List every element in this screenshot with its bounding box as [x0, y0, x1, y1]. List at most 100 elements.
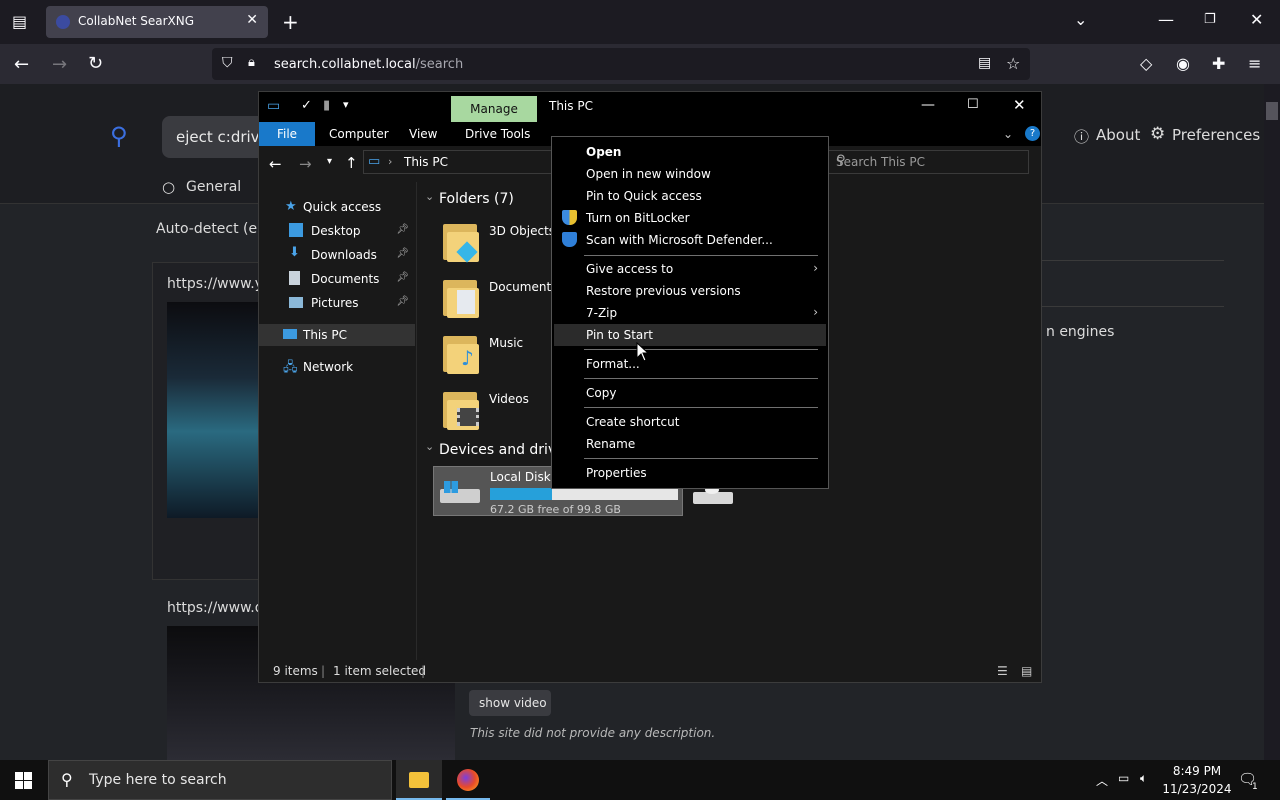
menu-item-pin-to-start[interactable]: Pin to Start: [554, 324, 826, 346]
taskbar-search-box[interactable]: ⚲ Type here to search: [48, 760, 392, 800]
explorer-search-input[interactable]: Search This PC ⚲: [827, 150, 1029, 174]
nav-label: Documents: [311, 272, 380, 286]
menu-item-restore-versions[interactable]: Restore previous versions: [554, 280, 826, 302]
scrollbar-thumb[interactable]: [1266, 102, 1278, 120]
chevron-down-icon[interactable]: ⌄: [425, 440, 434, 453]
details-view-icon[interactable]: ☰: [997, 664, 1008, 678]
menu-icon[interactable]: ≡: [1248, 54, 1261, 73]
pocket-icon[interactable]: ◇: [1140, 54, 1152, 73]
menu-item-rename[interactable]: Rename: [554, 433, 826, 455]
star-icon: ★: [285, 199, 297, 214]
show-video-button[interactable]: show video: [469, 690, 551, 716]
ribbon-tab-view[interactable]: View: [409, 122, 437, 146]
menu-item-create-shortcut[interactable]: Create shortcut: [554, 411, 826, 433]
menu-item-open-new-window[interactable]: Open in new window: [554, 163, 826, 185]
bookmark-star-icon[interactable]: ☆: [1006, 54, 1020, 73]
network-status-icon[interactable]: ▭: [1118, 771, 1129, 785]
manage-tab[interactable]: Manage: [451, 96, 537, 122]
nav-quick-access[interactable]: ★ Quick access: [259, 196, 415, 218]
dvd-drive-icon[interactable]: [693, 486, 735, 506]
defender-shield-icon: [562, 232, 577, 247]
nav-desktop[interactable]: Desktop 📌︎: [259, 220, 415, 242]
shield-icon[interactable]: ⛉: [222, 55, 233, 71]
folder-videos-icon[interactable]: [443, 390, 479, 430]
help-icon[interactable]: ?: [1025, 126, 1040, 141]
recent-locations-icon[interactable]: ▾: [327, 156, 332, 167]
result-url[interactable]: https://www.da: [167, 600, 272, 616]
reader-view-icon[interactable]: ▤: [978, 55, 991, 71]
account-icon[interactable]: ◉: [1176, 54, 1190, 73]
new-folder-qat-icon[interactable]: ▮: [323, 98, 330, 113]
searxng-logo-icon[interactable]: ⚲: [110, 122, 128, 150]
result-thumbnail[interactable]: [167, 302, 259, 518]
folder-label[interactable]: Documents: [489, 280, 557, 294]
reload-icon[interactable]: ↻: [88, 53, 103, 74]
taskbar-file-explorer[interactable]: [396, 760, 442, 800]
qat-dropdown-icon[interactable]: ▾: [343, 98, 349, 111]
divider: [1042, 260, 1224, 261]
new-tab-icon[interactable]: +: [282, 10, 299, 34]
back-arrow-icon[interactable]: ←: [14, 54, 29, 75]
menu-item-copy[interactable]: Copy: [554, 382, 826, 404]
maximize-icon[interactable]: ☐: [967, 97, 979, 112]
forward-arrow-icon[interactable]: →: [52, 54, 67, 75]
nav-documents[interactable]: Documents 📌︎: [259, 268, 415, 290]
menu-item-pin-quick-access[interactable]: Pin to Quick access: [554, 185, 826, 207]
ribbon-expand-icon[interactable]: ⌄: [1003, 122, 1013, 146]
nav-this-pc[interactable]: This PC: [259, 324, 415, 346]
divider: [1042, 306, 1224, 307]
menu-item-defender[interactable]: Scan with Microsoft Defender...: [554, 229, 826, 251]
about-link[interactable]: About: [1096, 126, 1140, 144]
chevron-down-icon[interactable]: ⌄: [425, 190, 434, 203]
clock-date[interactable]: 11/23/2024: [1162, 782, 1232, 796]
up-arrow-icon[interactable]: ↑: [345, 154, 358, 172]
url-text: search.collabnet.local/search: [274, 57, 463, 72]
large-icons-view-icon[interactable]: ▤: [1021, 664, 1032, 678]
folder-music-icon[interactable]: ♪: [443, 334, 479, 374]
folder-label[interactable]: Videos: [489, 392, 529, 406]
chevron-right-icon: ›: [813, 305, 818, 319]
minimize-icon[interactable]: —: [1158, 10, 1174, 29]
folder-label[interactable]: Music: [489, 336, 523, 350]
clock-time[interactable]: 8:49 PM: [1162, 764, 1232, 778]
folders-header[interactable]: Folders (7): [439, 191, 514, 207]
menu-item-7zip[interactable]: 7-Zip ›: [554, 302, 826, 324]
folder-documents-icon[interactable]: [443, 278, 479, 318]
windows-start-icon[interactable]: [15, 772, 32, 789]
folder-3d-objects-icon[interactable]: [443, 222, 479, 263]
menu-item-format[interactable]: Format...: [554, 353, 826, 375]
chevron-down-icon[interactable]: ⌄: [1074, 10, 1087, 29]
url-bar[interactable]: ⛉ 🔒︎ search.collabnet.local/search ▤ ☆: [212, 48, 1030, 80]
back-arrow-icon[interactable]: ←: [269, 155, 282, 173]
ribbon-tab-file[interactable]: File: [259, 122, 315, 146]
volume-icon[interactable]: 🔈︎: [1140, 771, 1147, 786]
nav-downloads[interactable]: ⬇ Downloads 📌︎: [259, 244, 415, 266]
ribbon-tab-drive-tools[interactable]: Drive Tools: [465, 122, 530, 146]
extensions-icon[interactable]: ✚: [1212, 54, 1225, 73]
nav-pictures[interactable]: Pictures 📌︎: [259, 292, 415, 314]
tab-general[interactable]: General: [186, 179, 241, 195]
tab-list-icon[interactable]: ▤: [12, 12, 27, 31]
restore-icon[interactable]: ❐: [1204, 12, 1216, 27]
menu-item-give-access[interactable]: Give access to ›: [554, 258, 826, 280]
close-tab-icon[interactable]: ✕: [246, 12, 258, 28]
menu-item-properties[interactable]: Properties: [554, 462, 826, 484]
tray-chevron-up-icon[interactable]: ︿: [1096, 772, 1108, 789]
close-icon[interactable]: ✕: [1013, 96, 1026, 114]
minimize-icon[interactable]: —: [921, 97, 935, 113]
menu-item-open[interactable]: Open: [554, 141, 826, 163]
devices-header[interactable]: Devices and drive: [439, 442, 565, 458]
close-window-icon[interactable]: ✕: [1250, 10, 1263, 29]
lock-icon[interactable]: 🔒︎: [248, 55, 255, 70]
nav-network[interactable]: 🖧︎ Network: [259, 356, 415, 378]
forward-arrow-icon[interactable]: →: [299, 155, 312, 173]
taskbar-firefox[interactable]: [446, 760, 490, 800]
properties-qat-icon[interactable]: ✓: [301, 98, 312, 113]
browser-tab[interactable]: CollabNet SearXNG ✕: [46, 6, 268, 38]
preferences-link[interactable]: Preferences: [1172, 126, 1260, 144]
ribbon-tab-computer[interactable]: Computer: [329, 122, 389, 146]
searxng-search-input[interactable]: eject c:drive: [162, 116, 272, 158]
menu-item-bitlocker[interactable]: Turn on BitLocker: [554, 207, 826, 229]
page-scrollbar[interactable]: [1264, 84, 1280, 760]
folder-label[interactable]: 3D Objects: [489, 224, 555, 238]
